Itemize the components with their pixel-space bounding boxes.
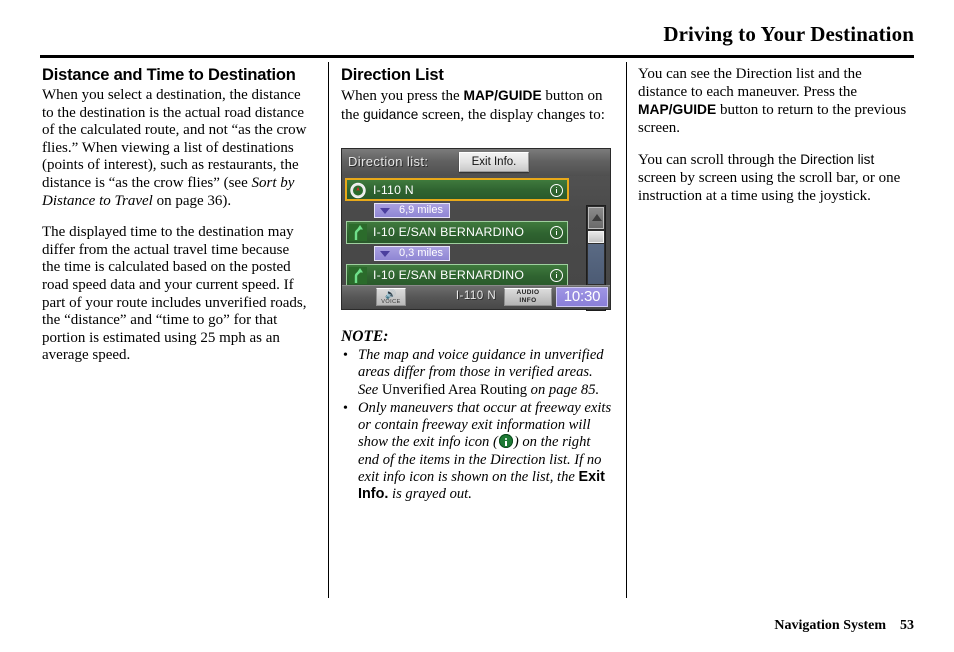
navigation-screen-figure: Direction list: Exit Info. I-110 N 6,9 m…: [341, 148, 611, 311]
down-triangle-icon: [380, 208, 390, 214]
col3-p2-part1: You can scroll through the: [638, 152, 801, 169]
exit-info-icon-2[interactable]: [550, 225, 563, 239]
distance-chip-1: 6,9 miles: [374, 203, 450, 218]
guidance-screen-name: guidance: [363, 106, 419, 122]
note-item-2: • Only maneuvers that occur at freeway e…: [341, 400, 613, 504]
paragraph-scroll: You can scroll through the Direction lis…: [638, 151, 914, 205]
direction-list-screen-name: Direction list: [800, 152, 875, 168]
audio-info-button[interactable]: AUDIO INFO: [504, 288, 552, 306]
footer-book-title: Navigation System: [774, 618, 886, 633]
audio-info-line2: INFO: [519, 296, 537, 304]
col3-p1-part1: You can see the Direction list and the d…: [638, 66, 862, 100]
up-triangle-icon: [592, 214, 602, 221]
note-block: NOTE: • The map and voice guidance in un…: [341, 318, 613, 505]
section-heading-distance-time: Distance and Time to Destination: [42, 66, 296, 84]
map-guide-button-name: MAP/GUIDE: [638, 102, 717, 118]
note-item-1-part2: on page 85.: [530, 381, 600, 398]
direction-row-1-label: I-110 N: [373, 183, 414, 197]
exit-info-icon-3[interactable]: [550, 268, 563, 282]
clock-display: 10:30: [556, 287, 608, 307]
note-item-1: • The map and voice guidance in unverifi…: [341, 347, 613, 399]
paragraph-see-direction-list: You can see the Direction list and the d…: [638, 66, 914, 137]
direction-row-3[interactable]: I-10 E/SAN BERNARDINO: [346, 264, 568, 287]
distance-chip-2-label: 0,3 miles: [398, 247, 443, 259]
note-item-1-reference: Unverified Area Routing: [378, 381, 531, 398]
direction-row-2[interactable]: I-10 E/SAN BERNARDINO: [346, 221, 568, 244]
nav-bottom-bar: 🔊 VOICE I-110 N AUDIO INFO 10:30: [342, 285, 610, 309]
paragraph-distance: When you select a destination, the dista…: [42, 87, 310, 210]
bullet-icon: •: [343, 400, 348, 416]
exit-info-icon: [498, 434, 513, 449]
distance-chip-1-label: 6,9 miles: [398, 204, 443, 216]
direction-row-1[interactable]: I-110 N: [345, 178, 569, 201]
column-divider-1: [328, 62, 329, 598]
intro-part1: When you press the: [341, 88, 464, 104]
header-rule: [40, 55, 914, 58]
exit-info-icon-1[interactable]: [550, 183, 563, 197]
paragraph-direction-intro: When you press the MAP/GUIDE button on t…: [341, 87, 611, 124]
nav-screen-title: Direction list:: [348, 154, 429, 169]
page-header: Driving to Your Destination: [40, 22, 914, 56]
scrollbar-thumb[interactable]: [588, 231, 604, 243]
exit-info-button[interactable]: Exit Info.: [459, 152, 529, 172]
note-item-2-part3: is grayed out.: [388, 486, 472, 503]
footer-page-number: 53: [900, 618, 914, 633]
bullet-icon: •: [343, 348, 348, 363]
note-list: • The map and voice guidance in unverifi…: [341, 347, 613, 504]
paragraph-time: The displayed time to the destination ma…: [42, 224, 307, 364]
audio-info-line1: AUDIO: [516, 289, 540, 296]
column-three: You can see the Direction list and the d…: [638, 66, 914, 205]
nav-top-bar: Direction list: Exit Info.: [342, 149, 610, 176]
page-footer: Navigation System 53: [774, 618, 914, 634]
nav-list-body: I-110 N 6,9 miles I-10 E/SAN BERNARDINO: [342, 176, 610, 311]
map-guide-button-name: MAP/GUIDE: [463, 88, 542, 103]
fork-right-icon: [349, 267, 367, 284]
scroll-up-arrow-icon[interactable]: [588, 207, 604, 229]
fork-right-icon: [349, 224, 367, 241]
intro-part3: screen, the display changes to:: [418, 106, 605, 123]
note-title: NOTE:: [341, 328, 389, 345]
distance-chip-2: 0,3 miles: [374, 246, 450, 261]
paragraph-distance-part2: on page 36).: [152, 192, 232, 209]
direction-row-2-label: I-10 E/SAN BERNARDINO: [373, 225, 525, 239]
scrollbar-track[interactable]: [588, 244, 604, 284]
direction-row-3-label: I-10 E/SAN BERNARDINO: [373, 268, 525, 282]
section-heading-direction-list: Direction List: [341, 66, 444, 84]
page-title: Driving to Your Destination: [663, 22, 914, 46]
manual-page: Driving to Your Destination Distance and…: [0, 0, 954, 652]
column-two: Direction List When you press the MAP/GU…: [341, 66, 611, 124]
column-divider-2: [626, 62, 627, 598]
col3-p2-part2: screen by screen using the scroll bar, o…: [638, 169, 901, 204]
down-triangle-icon: [380, 251, 390, 257]
column-one: Distance and Time to Destination When yo…: [42, 66, 310, 365]
compass-icon: [349, 182, 367, 199]
